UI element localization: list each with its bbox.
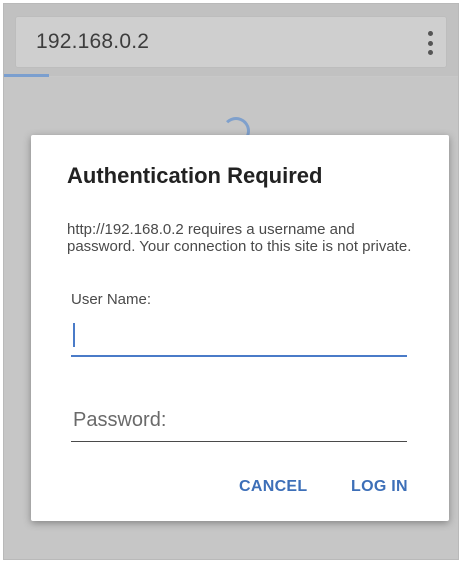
dialog-title: Authentication Required (67, 163, 323, 188)
browser-toolbar: 192.168.0.2 (4, 4, 458, 76)
password-placeholder: Password: (73, 409, 167, 431)
browser-window: 192.168.0.2 Authentication Required http… (3, 3, 459, 560)
password-input[interactable]: Password: (71, 403, 407, 442)
auth-dialog: Authentication Required http://192.168.0… (31, 135, 449, 521)
more-vert-icon[interactable] (426, 31, 434, 55)
log-in-button[interactable]: LOG IN (351, 478, 408, 496)
text-caret (73, 323, 75, 347)
dialog-message: http://192.168.0.2 requires a username a… (67, 221, 412, 255)
url-bar[interactable]: 192.168.0.2 (15, 16, 447, 68)
cancel-button[interactable]: CANCEL (239, 478, 307, 496)
username-label: User Name: (71, 291, 152, 308)
url-text[interactable]: 192.168.0.2 (36, 30, 149, 54)
username-input[interactable] (71, 315, 407, 357)
